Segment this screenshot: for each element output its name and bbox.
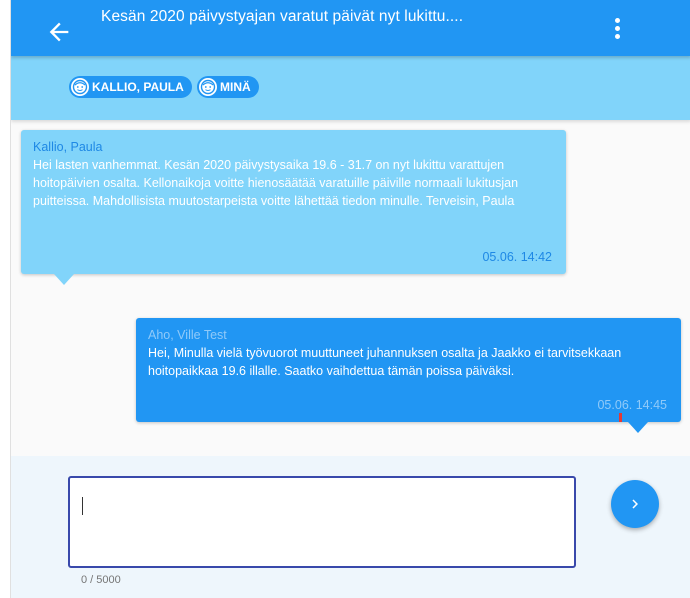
message-composer: 0 / 5000	[11, 456, 690, 598]
send-button[interactable]	[611, 480, 659, 528]
thread-title: Kesän 2020 päivystyajan varatut päivät n…	[101, 8, 464, 25]
arrow-left-icon	[49, 22, 69, 42]
more-vert-icon-dot	[614, 26, 620, 31]
message-list[interactable]: Kallio, Paula Hei lasten vanhemmat. Kesä…	[11, 120, 690, 456]
message-time: 05.06. 14:45	[597, 398, 667, 412]
more-vert-icon-dot	[614, 34, 620, 39]
participant-name: MINÄ	[220, 80, 251, 94]
message-bubble-sent: Aho, Ville Test Hei, Minulla vielä työvu…	[136, 318, 681, 433]
child-face-icon	[71, 78, 89, 96]
more-vert-icon	[614, 18, 620, 23]
app-bar: Kesän 2020 päivystyajan varatut päivät n…	[11, 0, 690, 56]
message-bubble-received: Kallio, Paula Hei lasten vanhemmat. Kesä…	[21, 130, 566, 285]
message-body: Hei lasten vanhemmat. Kesän 2020 päivyst…	[33, 158, 519, 208]
more-menu-button[interactable]	[609, 18, 625, 46]
back-button[interactable]	[45, 18, 73, 46]
participant-name: KALLIO, PAULA	[92, 80, 184, 94]
character-counter: 0 / 5000	[81, 574, 121, 586]
bubble-tail	[54, 274, 74, 285]
message-time: 05.06. 14:42	[482, 250, 552, 264]
pointer-marker	[619, 413, 622, 422]
message-input[interactable]	[68, 476, 576, 568]
participant-chip[interactable]: MINÄ	[197, 76, 259, 98]
participants-bar: KALLIO, PAULA MINÄ	[11, 56, 690, 120]
message-sender: Aho, Ville Test	[148, 328, 227, 342]
participant-chip[interactable]: KALLIO, PAULA	[69, 76, 192, 98]
message-body: Hei, Minulla vielä työvuorot muuttuneet …	[148, 346, 622, 378]
chevron-right-icon	[632, 499, 638, 509]
bubble-tail	[628, 422, 648, 433]
child-face-icon	[199, 78, 217, 96]
text-caret	[82, 497, 83, 515]
conversation-view: Kesän 2020 päivystyajan varatut päivät n…	[10, 0, 690, 598]
message-sender: Kallio, Paula	[33, 140, 103, 154]
